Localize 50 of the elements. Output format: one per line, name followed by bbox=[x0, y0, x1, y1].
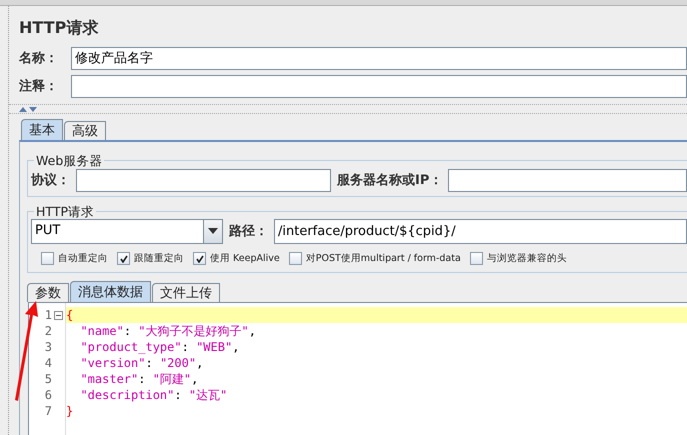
server-label: 服务器名称或IP： bbox=[337, 172, 442, 189]
path-label: 路径： bbox=[229, 223, 268, 240]
code-line: "name": "大狗子不是好狗子", bbox=[79, 322, 256, 340]
line-number: 5 bbox=[44, 372, 52, 386]
group-title: HTTP请求 bbox=[34, 204, 96, 219]
option-label: 使用 KeepAlive bbox=[210, 252, 280, 265]
option-label: 自动重定向 bbox=[58, 252, 108, 265]
code-line: { bbox=[66, 308, 74, 322]
checkbox[interactable] bbox=[41, 252, 54, 265]
protocol-label: 协议： bbox=[31, 172, 70, 189]
tab[interactable]: 消息体数据 bbox=[70, 281, 151, 302]
option-checkbox[interactable]: 使用 KeepAlive bbox=[193, 252, 280, 265]
option-checkbox[interactable]: 自动重定向 bbox=[41, 252, 108, 265]
checkbox[interactable] bbox=[117, 252, 130, 265]
code-line: "master": "阿建", bbox=[79, 370, 198, 388]
code-line: "version": "200", bbox=[79, 356, 204, 370]
tab[interactable]: 参数 bbox=[27, 283, 69, 302]
option-label: 与浏览器兼容的头 bbox=[486, 252, 567, 265]
server-field[interactable] bbox=[448, 168, 687, 192]
code-line: "description": "达瓦" bbox=[79, 386, 228, 404]
comment-field[interactable] bbox=[71, 74, 687, 98]
line-number: 4 bbox=[44, 356, 52, 370]
path-field[interactable]: /interface/product/${cpid}/ bbox=[274, 218, 687, 244]
option-checkbox[interactable]: 与浏览器兼容的头 bbox=[470, 252, 567, 265]
option-label: 跟随重定向 bbox=[134, 252, 184, 265]
caret-icon bbox=[208, 228, 218, 234]
line-number: 1 bbox=[44, 308, 52, 322]
checkbox[interactable] bbox=[470, 252, 483, 265]
name-field[interactable]: 修改产品名字 bbox=[71, 46, 687, 70]
name-label: 名称： bbox=[19, 50, 59, 67]
tab[interactable]: 基本 bbox=[21, 119, 63, 140]
expand-up-icon[interactable] bbox=[19, 106, 27, 112]
comment-label: 注释： bbox=[19, 78, 59, 95]
method-dropdown[interactable]: PUT bbox=[31, 218, 223, 244]
checkbox[interactable] bbox=[193, 252, 206, 265]
line-number: 7 bbox=[44, 404, 52, 418]
fold-icon[interactable] bbox=[54, 310, 63, 320]
collapse-down-icon[interactable] bbox=[29, 106, 37, 112]
checkbox[interactable] bbox=[288, 252, 302, 265]
tab[interactable]: 高级 bbox=[64, 121, 106, 140]
panel-title: HTTP请求 bbox=[19, 18, 100, 39]
line-number: 3 bbox=[44, 340, 52, 354]
line-number: 2 bbox=[44, 324, 52, 338]
protocol-field[interactable] bbox=[76, 168, 331, 192]
group-title: Web服务器 bbox=[34, 153, 104, 168]
line-number: 6 bbox=[44, 388, 52, 402]
option-checkbox[interactable]: 跟随重定向 bbox=[117, 252, 184, 265]
code-line: } bbox=[66, 404, 74, 418]
tab[interactable]: 文件上传 bbox=[152, 283, 220, 302]
code-line: "product_type": "WEB", bbox=[79, 340, 240, 354]
